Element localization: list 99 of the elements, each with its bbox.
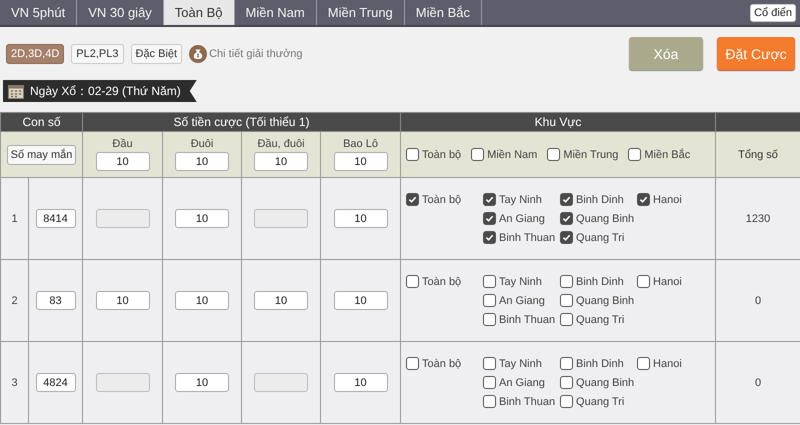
checkbox-label: Toàn bộ — [422, 148, 462, 160]
checkbox[interactable] — [483, 395, 496, 408]
checkbox-label: Miền Bắc — [644, 148, 690, 160]
number-field[interactable]: 4824 — [36, 373, 76, 392]
checkbox[interactable] — [560, 193, 574, 206]
checkbox-label: Tay Ninh — [499, 276, 542, 288]
checkbox[interactable] — [637, 193, 650, 206]
column-group-header: Số tiền cược (Tối thiểu 1) — [82, 112, 401, 132]
checkbox[interactable] — [406, 148, 420, 161]
checkbox-label: Binh Dinh — [576, 276, 624, 288]
amount-field[interactable]: 10 — [334, 152, 388, 171]
amount-field[interactable]: 10 — [96, 152, 150, 171]
checkbox-label: Hanoi — [653, 358, 682, 370]
mode-button[interactable]: Đặc Biệt — [130, 44, 182, 64]
total-amount: 0 — [754, 294, 762, 306]
checkbox-label: Tay Ninh — [499, 358, 542, 370]
checkbox[interactable] — [483, 231, 496, 244]
checkbox-label: Miền Trung — [563, 148, 618, 160]
number-field[interactable]: 83 — [36, 291, 76, 310]
total-amount: 0 — [754, 376, 762, 388]
mode-button[interactable]: PL2,PL3 — [71, 44, 124, 64]
checkbox-label: Binh Dinh — [576, 194, 624, 206]
checkbox[interactable] — [406, 275, 420, 288]
column-group-header: Con số — [0, 112, 82, 132]
checkbox[interactable] — [560, 231, 574, 244]
amount-field[interactable]: 10 — [175, 291, 229, 310]
amount-field[interactable]: 10 — [175, 152, 229, 171]
checkbox-label: Binh Dinh — [576, 358, 624, 370]
tab[interactable]: Miền Bắc — [404, 0, 482, 25]
column-group-header: Khu Vực — [400, 112, 716, 132]
amount-field[interactable]: 10 — [175, 373, 229, 392]
row-number: 3 — [11, 376, 18, 388]
checkbox-label: Binh Thuan — [499, 232, 556, 244]
checkbox-label: Hanoi — [653, 194, 682, 206]
checkbox-label: Quang Tri — [576, 396, 624, 408]
checkbox[interactable] — [483, 376, 496, 389]
checkbox-label: An Giang — [499, 376, 545, 388]
checkbox-label: Quang Tri — [576, 314, 624, 326]
row-number: 1 — [11, 212, 18, 224]
checkbox[interactable] — [547, 148, 560, 161]
checkbox[interactable] — [628, 148, 642, 161]
amount-field[interactable]: 10 — [96, 291, 150, 310]
checkbox-label: Binh Thuan — [499, 314, 556, 326]
amount-field[interactable]: 10 — [334, 291, 388, 310]
checkbox[interactable] — [406, 193, 420, 206]
checkbox-label: Toàn bộ — [422, 276, 462, 288]
amount-field[interactable]: 10 — [175, 209, 229, 228]
checkbox-label: Miền Nam — [487, 148, 538, 160]
checkbox[interactable] — [560, 376, 574, 389]
amount-field[interactable]: 10 — [334, 373, 388, 392]
checkbox[interactable] — [560, 294, 574, 307]
checkbox[interactable] — [483, 313, 496, 326]
checkbox[interactable] — [560, 395, 574, 408]
checkbox[interactable] — [560, 313, 574, 326]
checkbox-label: Quang Binh — [576, 212, 634, 224]
checkbox-label: Binh Thuan — [499, 396, 556, 408]
checkbox-label: An Giang — [499, 294, 545, 306]
checkbox[interactable] — [637, 357, 650, 370]
checkbox-label: Toàn bộ — [422, 194, 462, 206]
checkbox[interactable] — [483, 275, 496, 288]
lucky-number-button[interactable]: Số may mắn — [6, 144, 76, 164]
calendar-icon — [8, 84, 24, 98]
row-number: 2 — [11, 294, 18, 306]
checkbox-label: Quang Tri — [576, 232, 624, 244]
draw-date: Ngày Xổ：02-29 (Thứ Năm) — [30, 82, 181, 100]
checkbox[interactable] — [560, 275, 574, 288]
column-header: Đầu — [111, 138, 134, 150]
tab[interactable]: VN 5phút — [0, 0, 78, 25]
mode-button[interactable]: 2D,3D,4D — [6, 44, 64, 64]
checkbox-label: Quang Binh — [576, 294, 634, 306]
checkbox[interactable] — [560, 212, 574, 225]
amount-field[interactable]: 10 — [254, 291, 308, 310]
money-bag-icon — [189, 44, 208, 62]
column-header: Đầu, đuôi — [256, 138, 306, 150]
checkbox-label: Hanoi — [653, 276, 682, 288]
prize-details-link[interactable]: Chi tiết giải thưởng — [209, 48, 303, 60]
checkbox[interactable] — [471, 148, 484, 161]
checkbox-label: Tay Ninh — [499, 194, 542, 206]
column-header: Bao Lô — [342, 138, 379, 150]
amount-field[interactable]: 10 — [254, 152, 308, 171]
amount-field[interactable]: 10 — [334, 209, 388, 228]
checkbox-label: Quang Binh — [576, 376, 634, 388]
column-header: Đuôi — [190, 138, 214, 150]
classic-button[interactable]: Cổ điển — [750, 4, 796, 22]
checkbox-label: An Giang — [499, 212, 545, 224]
checkbox-label: Toàn bộ — [422, 358, 462, 370]
number-field[interactable]: 8414 — [36, 209, 76, 228]
checkbox[interactable] — [483, 357, 496, 370]
checkbox[interactable] — [483, 294, 496, 307]
tab[interactable]: Miền Trung — [316, 0, 405, 25]
checkbox[interactable] — [560, 357, 574, 370]
checkbox[interactable] — [483, 193, 496, 206]
checkbox[interactable] — [406, 357, 420, 370]
checkbox[interactable] — [637, 275, 650, 288]
column-header: Tổng số — [716, 132, 800, 178]
tab[interactable]: Miền Nam — [234, 0, 317, 25]
tab[interactable]: Toàn Bộ — [164, 0, 234, 25]
total-amount: 1230 — [746, 212, 770, 224]
checkbox[interactable] — [483, 212, 496, 225]
